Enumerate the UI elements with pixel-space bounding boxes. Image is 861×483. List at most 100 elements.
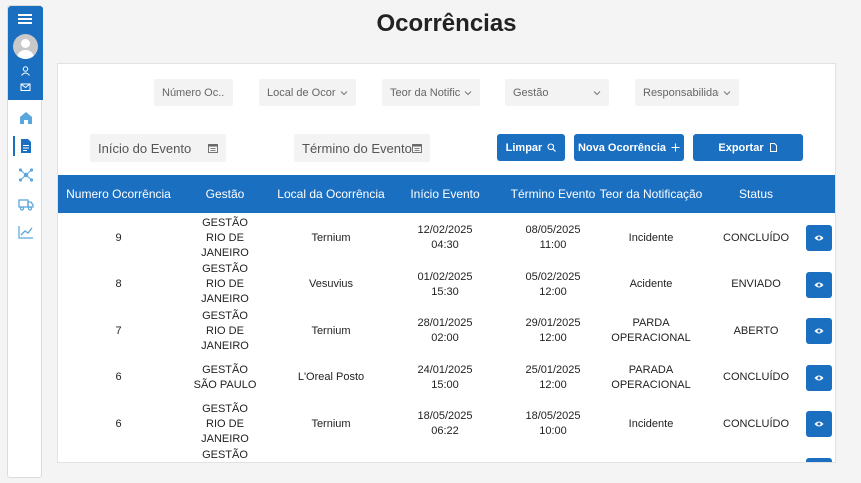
eye-icon bbox=[814, 282, 824, 287]
eye-icon bbox=[814, 375, 824, 380]
table-row: 9 GESTÃO RIO DE JANEIRO Ternium 12/02/2025 … bbox=[58, 215, 835, 261]
table-cell: 08/05/2025 11:00 bbox=[525, 224, 581, 251]
view-button[interactable] bbox=[806, 318, 832, 344]
termino-evento-field[interactable]: Término do Evento bbox=[294, 134, 430, 162]
table-cell: PARADA OPERACIONAL bbox=[611, 363, 691, 391]
network-icon[interactable] bbox=[17, 166, 35, 184]
chevron-down-icon bbox=[340, 90, 348, 95]
table-cell: ABERTO bbox=[733, 324, 779, 337]
chevron-down-icon bbox=[723, 90, 731, 95]
table-cell: GESTÃO RIO DE JANEIRO bbox=[201, 309, 249, 352]
table-cell: GESTÃO RIO DE bbox=[202, 448, 248, 461]
view-button[interactable] bbox=[806, 225, 832, 251]
column-header[interactable]: Status bbox=[709, 175, 803, 213]
table-cell: ENVIADO bbox=[731, 278, 781, 290]
responsabilidade-select[interactable]: Responsabilidade bbox=[635, 79, 739, 106]
table-cell: Vesuvius bbox=[308, 278, 354, 290]
table-cell: 7 bbox=[115, 324, 122, 337]
page-title: Ocorrências bbox=[376, 10, 517, 37]
content-card: Número Oc... Local de Ocorrência Teor da… bbox=[57, 63, 836, 463]
view-button[interactable] bbox=[806, 271, 832, 298]
table-cell: 18/05/2025 10:00 bbox=[525, 410, 581, 437]
column-header[interactable]: Início Evento bbox=[391, 175, 499, 213]
table-cell bbox=[709, 448, 803, 463]
limpar-button-label: Limpar bbox=[505, 141, 543, 154]
local-ocorrencia-select-text: Local de Ocorrência bbox=[267, 86, 336, 99]
table-cell: Incidente bbox=[628, 231, 674, 244]
truck-icon[interactable] bbox=[17, 195, 35, 213]
user-icon[interactable] bbox=[20, 66, 31, 76]
chart-icon[interactable] bbox=[17, 223, 35, 241]
column-header[interactable]: Gestão bbox=[179, 175, 271, 213]
table-cell: 25/01/2025 12:00 bbox=[525, 363, 581, 391]
table-cell: 29/01/2025 12:00 bbox=[525, 317, 581, 344]
eye-icon bbox=[814, 328, 824, 334]
table-row: 6 GESTÃO RIO DE JANEIRO Ternium 18/05/2025 … bbox=[58, 401, 835, 447]
gestao-select-text: Gestão bbox=[513, 86, 549, 99]
table-cell bbox=[271, 448, 391, 463]
inicio-evento-field[interactable]: Início do Evento bbox=[90, 134, 226, 162]
table-cell: PARDA OPERACIONAL bbox=[611, 317, 691, 344]
local-ocorrencia-select[interactable]: Local de Ocorrência bbox=[259, 79, 356, 106]
column-header[interactable]: Local da Ocorrência bbox=[271, 175, 391, 213]
table-cell: 12/02/2025 04:30 bbox=[417, 224, 473, 251]
table-row: GESTÃO RIO DE bbox=[58, 448, 835, 463]
document-icon[interactable] bbox=[17, 137, 35, 155]
nova-ocorrencia-button-label: Nova Ocorrência bbox=[577, 141, 667, 154]
numero-ocorrencia-filter-text: Número Oc... bbox=[162, 86, 225, 99]
table-cell bbox=[593, 448, 709, 463]
table-cell: GESTÃO RIO DE JANEIRO bbox=[201, 402, 249, 445]
responsabilidade-select-text: Responsabilidade bbox=[643, 86, 719, 99]
table-cell: CONCLUÍDO bbox=[723, 231, 790, 244]
inicio-evento-placeholder: Início do Evento bbox=[98, 140, 192, 156]
table-cell: L'Oreal Posto bbox=[297, 371, 365, 383]
view-button[interactable] bbox=[806, 457, 832, 462]
column-header[interactable]: Numero Ocorrência bbox=[58, 175, 179, 213]
nova-ocorrencia-button[interactable]: Nova Ocorrência bbox=[574, 134, 684, 161]
eye-icon bbox=[814, 421, 824, 427]
table-cell: Acidente bbox=[629, 278, 673, 290]
table-cell: 18/05/2025 06:22 bbox=[417, 410, 473, 437]
view-button[interactable] bbox=[806, 364, 832, 391]
table-header: Numero Ocorrência Gestão Local da Ocorrê… bbox=[58, 175, 835, 213]
table-cell: Ternium bbox=[311, 417, 351, 430]
teor-notificacao-select-text: Teor da Notificação bbox=[390, 86, 460, 99]
mail-icon[interactable] bbox=[20, 82, 31, 92]
table-cell: 6 bbox=[115, 417, 122, 430]
table-row: 7 GESTÃO RIO DE JANEIRO Ternium 28/01/2025 … bbox=[58, 308, 835, 354]
eye-icon bbox=[814, 235, 824, 241]
table-cell: CONCLUÍDO bbox=[723, 371, 790, 383]
chevron-down-icon bbox=[464, 90, 472, 95]
column-header[interactable]: Teor da Notificação bbox=[593, 175, 709, 213]
view-button[interactable] bbox=[806, 411, 832, 437]
table-cell bbox=[58, 448, 179, 463]
table-cell: 8 bbox=[115, 278, 122, 290]
teor-notificacao-select[interactable]: Teor da Notificação bbox=[382, 79, 480, 106]
table-cell: Incidente bbox=[628, 417, 674, 430]
sidebar bbox=[7, 5, 43, 478]
table-row: 6 GESTÃO SÃO PAULO L'Oreal Posto 24/01/2025… bbox=[58, 355, 835, 401]
nav-active-indicator bbox=[13, 136, 15, 156]
numero-ocorrencia-filter[interactable]: Número Oc... bbox=[154, 79, 233, 106]
table-cell: 6 bbox=[115, 371, 122, 383]
table-row: 8 GESTÃO RIO DE JANEIRO Vesuvius 01/02/2025… bbox=[58, 262, 835, 308]
table-cell bbox=[499, 448, 607, 463]
table-cell: 24/01/2025 15:00 bbox=[417, 363, 473, 391]
calendar-icon bbox=[208, 144, 218, 153]
table-cell bbox=[391, 448, 499, 463]
table-cell: GESTÃO RIO DE JANEIRO bbox=[201, 216, 249, 259]
table-cell: Ternium bbox=[311, 324, 351, 337]
table-cell: 05/02/2025 12:00 bbox=[525, 270, 581, 298]
limpar-button[interactable]: Limpar bbox=[497, 134, 565, 161]
home-icon[interactable] bbox=[17, 109, 35, 127]
chevron-down-icon bbox=[593, 90, 601, 95]
table-cell: 9 bbox=[115, 231, 122, 244]
gestao-select[interactable]: Gestão bbox=[505, 79, 609, 106]
search-icon bbox=[547, 143, 557, 152]
exportar-button-label: Exportar bbox=[718, 141, 764, 154]
exportar-button[interactable]: Exportar bbox=[693, 134, 803, 161]
column-header[interactable]: Término Evento bbox=[499, 175, 607, 213]
table-cell: GESTÃO RIO DE JANEIRO bbox=[201, 263, 249, 305]
table-cell: GESTÃO SÃO PAULO bbox=[193, 363, 257, 391]
table-cell: CONCLUÍDO bbox=[723, 417, 790, 430]
